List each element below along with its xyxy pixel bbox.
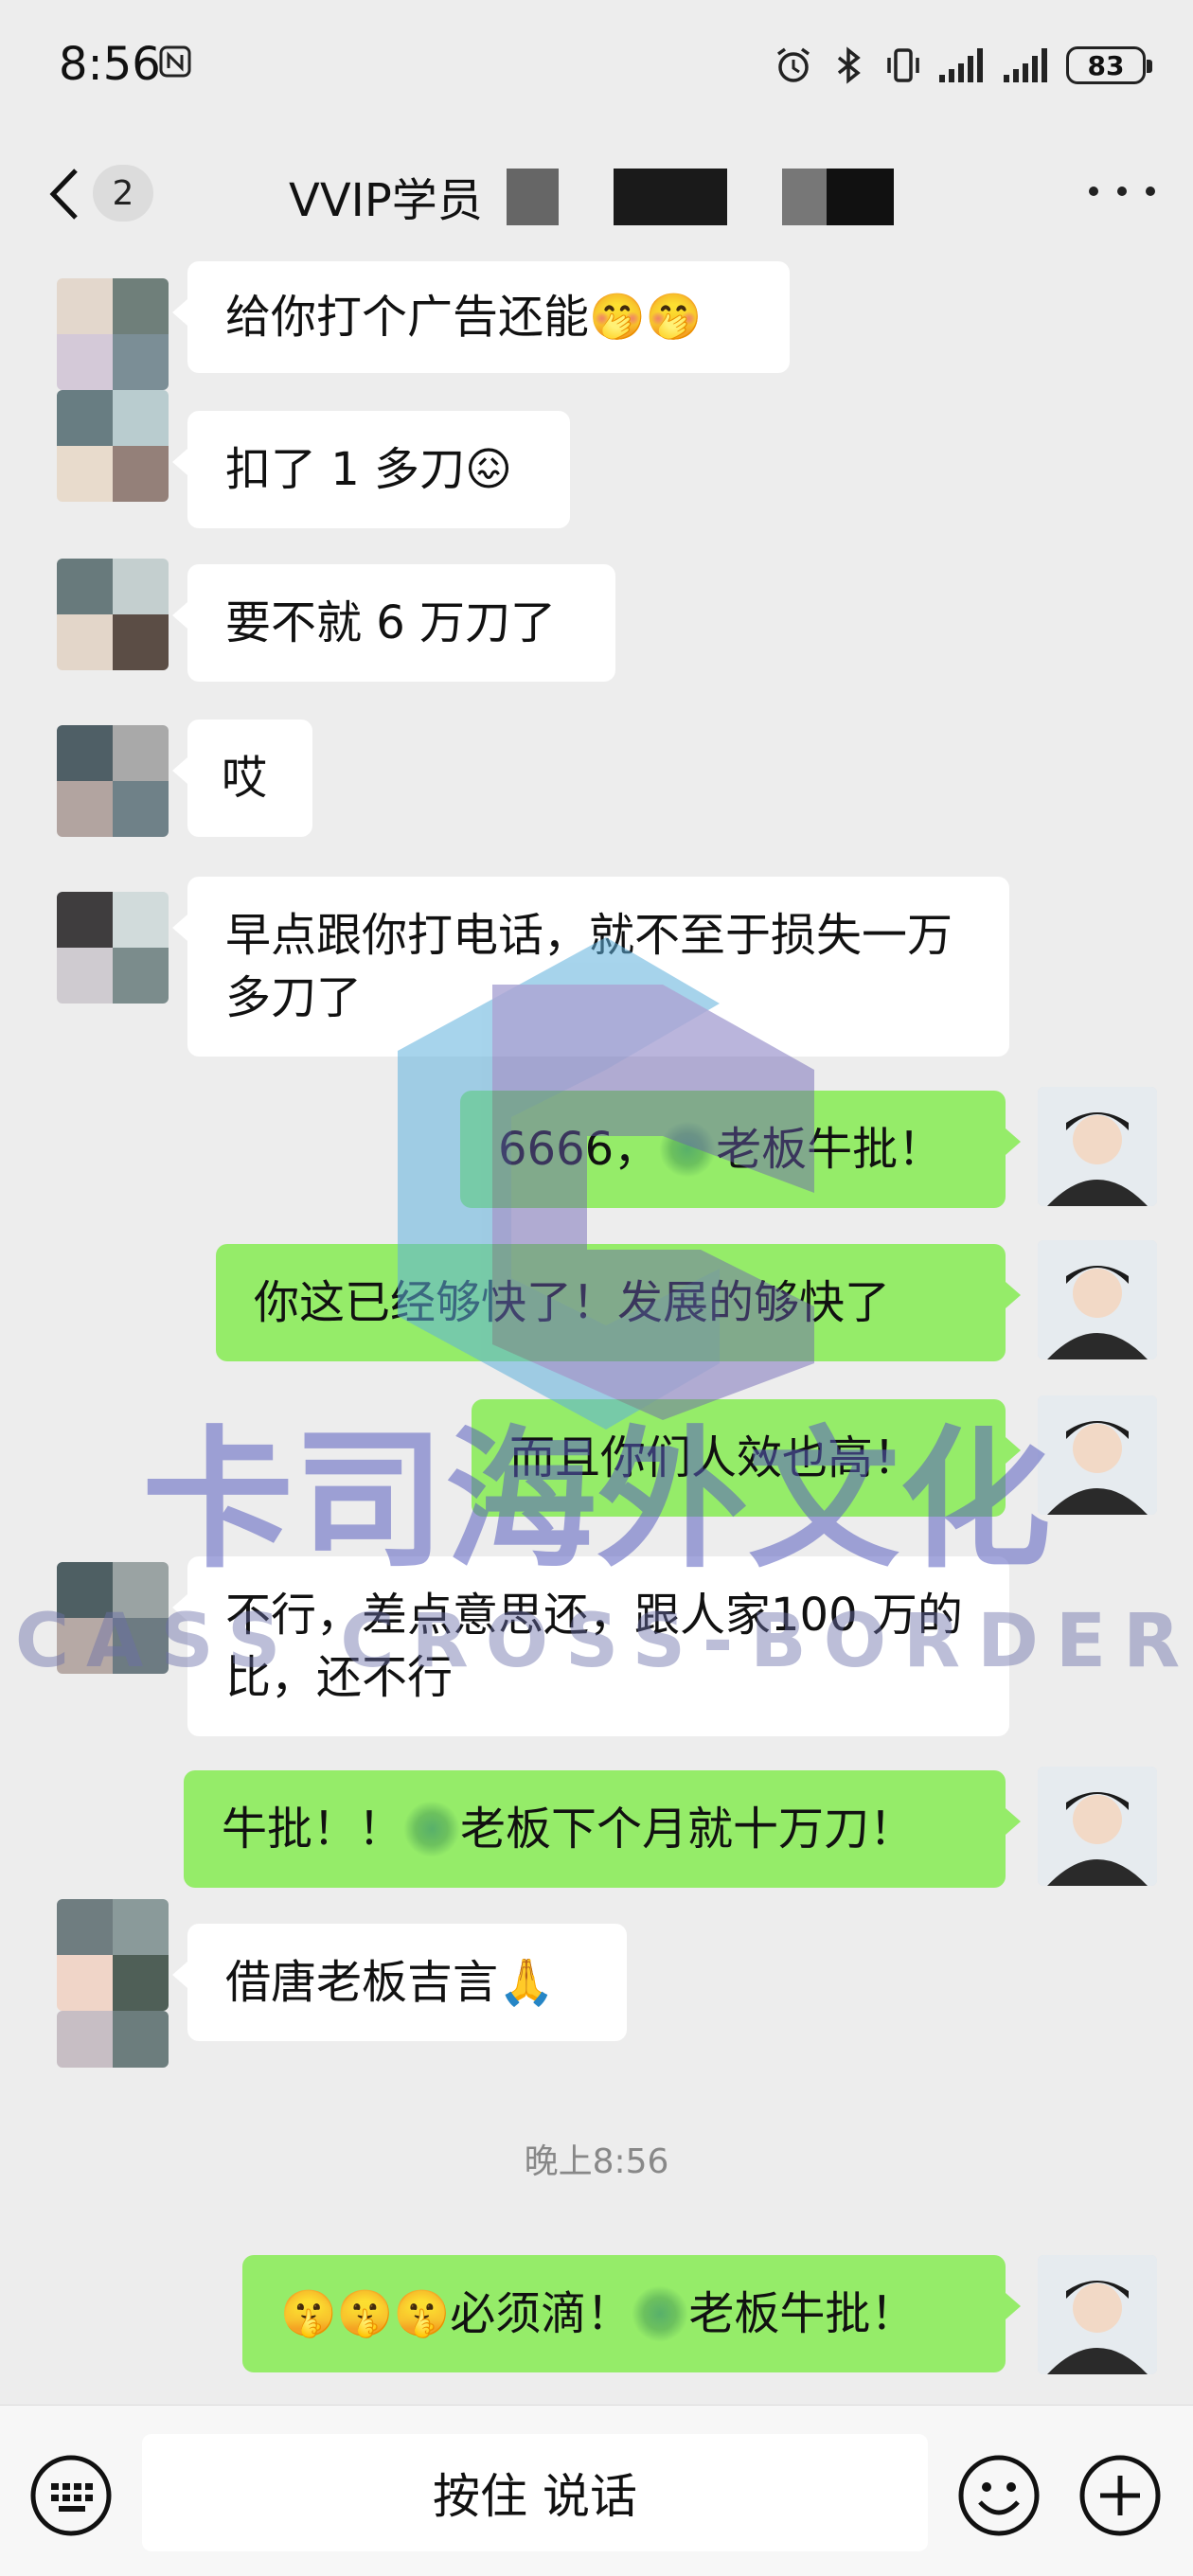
battery-level: 83 (1087, 49, 1125, 81)
self-avatar[interactable] (1038, 2255, 1157, 2374)
message-text: 哎 (222, 752, 268, 805)
message-text: 老板下个月就十万刀！ (460, 1803, 916, 1856)
redacted-name-block (614, 169, 727, 225)
nfc-icon (159, 45, 191, 78)
keyboard-toggle-icon[interactable] (28, 2453, 114, 2538)
message-bubble-incoming[interactable]: 要不就 6 万刀了 (172, 564, 615, 682)
message-bubble-outgoing[interactable]: 你这已经够快了！发展的够快了 (216, 1244, 1021, 1361)
sender-avatar[interactable] (57, 1562, 169, 1674)
blurred-name (659, 1121, 717, 1178)
status-icons: 83 (773, 42, 1152, 89)
chat-title: VVIP学员 (289, 174, 483, 227)
message-bubble-incoming[interactable]: 扣了 1 多刀😖 (172, 411, 570, 528)
message-timestamp: 晚上8:56 (524, 2142, 669, 2181)
unread-count-badge[interactable]: 2 (93, 165, 153, 222)
battery-indicator: 83 (1066, 46, 1152, 84)
message-text: 🤫🤫🤫必须滴！ (280, 2287, 632, 2340)
signal-icon-2 (1004, 48, 1047, 82)
message-bubble-outgoing[interactable]: 6666， 老板牛批！ (460, 1091, 1021, 1208)
message-bubble-incoming[interactable]: 早点跟你打电话，就不至于损失一万多刀了 (172, 877, 1009, 1057)
status-time: 8:56 (59, 38, 161, 91)
message-text: 不行，差点意思还，跟人家100 万的比，还不行 (225, 1589, 963, 1704)
sender-avatar[interactable] (57, 2011, 169, 2068)
message-text: 早点跟你打电话，就不至于损失一万多刀了 (225, 909, 953, 1024)
message-bubble-incoming[interactable]: 给你打个广告还能🤭🤭 (172, 261, 790, 373)
message-text: 老板牛批！ (688, 2287, 917, 2340)
message-text: 要不就 6 万刀了 (225, 596, 557, 649)
input-bar: 按住 说话 (0, 2405, 1193, 2576)
sender-avatar[interactable] (57, 892, 169, 1004)
message-text: 老板牛批！ (716, 1123, 944, 1176)
chat-header: 2 VVIP学员 (0, 133, 1193, 256)
sender-avatar[interactable] (57, 278, 169, 390)
message-bubble-outgoing[interactable]: 而且你们人效也高！ (472, 1399, 1021, 1517)
self-avatar[interactable] (1038, 1395, 1157, 1515)
message-bubble-outgoing[interactable]: 牛批！！ 老板下个月就十万刀！ (184, 1770, 1021, 1888)
chat-list[interactable]: 给你打个广告还能🤭🤭 扣了 1 多刀😖 要不就 6 万刀了 哎 早点跟你打电话，… (0, 256, 1193, 2405)
message-text: 6666， (498, 1123, 660, 1176)
alarm-icon (776, 47, 810, 82)
message-bubble-incoming[interactable]: 借唐老板吉言🙏 (172, 1924, 627, 2041)
hold-to-talk-button[interactable]: 按住 说话 (142, 2434, 928, 2551)
signal-icon-1 (939, 48, 983, 82)
message-text: 牛批！！ (222, 1803, 404, 1856)
sender-avatar[interactable] (57, 390, 169, 502)
vibrate-icon (887, 48, 919, 82)
self-avatar[interactable] (1038, 1087, 1157, 1206)
message-text: 给你打个广告还能🤭🤭 (225, 291, 703, 344)
message-text: 扣了 1 多刀😖 (225, 443, 513, 496)
message-bubble-incoming[interactable]: 哎 (172, 720, 312, 837)
emoji-icon[interactable] (956, 2453, 1042, 2538)
sender-avatar[interactable] (57, 559, 169, 670)
self-avatar[interactable] (1038, 1767, 1157, 1886)
redacted-name-block (507, 169, 559, 225)
blurred-name (632, 2285, 689, 2342)
blurred-name (403, 1801, 461, 1857)
back-button[interactable] (38, 161, 95, 227)
message-bubble-outgoing[interactable]: 🤫🤫🤫必须滴！ 老板牛批！ (242, 2255, 1021, 2372)
message-text: 你这已经够快了！发展的够快了 (254, 1276, 891, 1329)
add-more-icon[interactable] (1077, 2453, 1163, 2538)
message-text: 而且你们人效也高！ (509, 1431, 919, 1484)
more-options-button[interactable] (1089, 182, 1155, 201)
message-text: 借唐老板吉言🙏 (225, 1956, 555, 2009)
bluetooth-icon (837, 46, 861, 84)
status-bar: 8:56 83 (0, 0, 1193, 133)
redacted-name-block (782, 169, 894, 225)
self-avatar[interactable] (1038, 1240, 1157, 1359)
sender-avatar[interactable] (57, 1899, 169, 2011)
sender-avatar[interactable] (57, 725, 169, 837)
message-bubble-incoming[interactable]: 不行，差点意思还，跟人家100 万的比，还不行 (172, 1556, 1009, 1736)
